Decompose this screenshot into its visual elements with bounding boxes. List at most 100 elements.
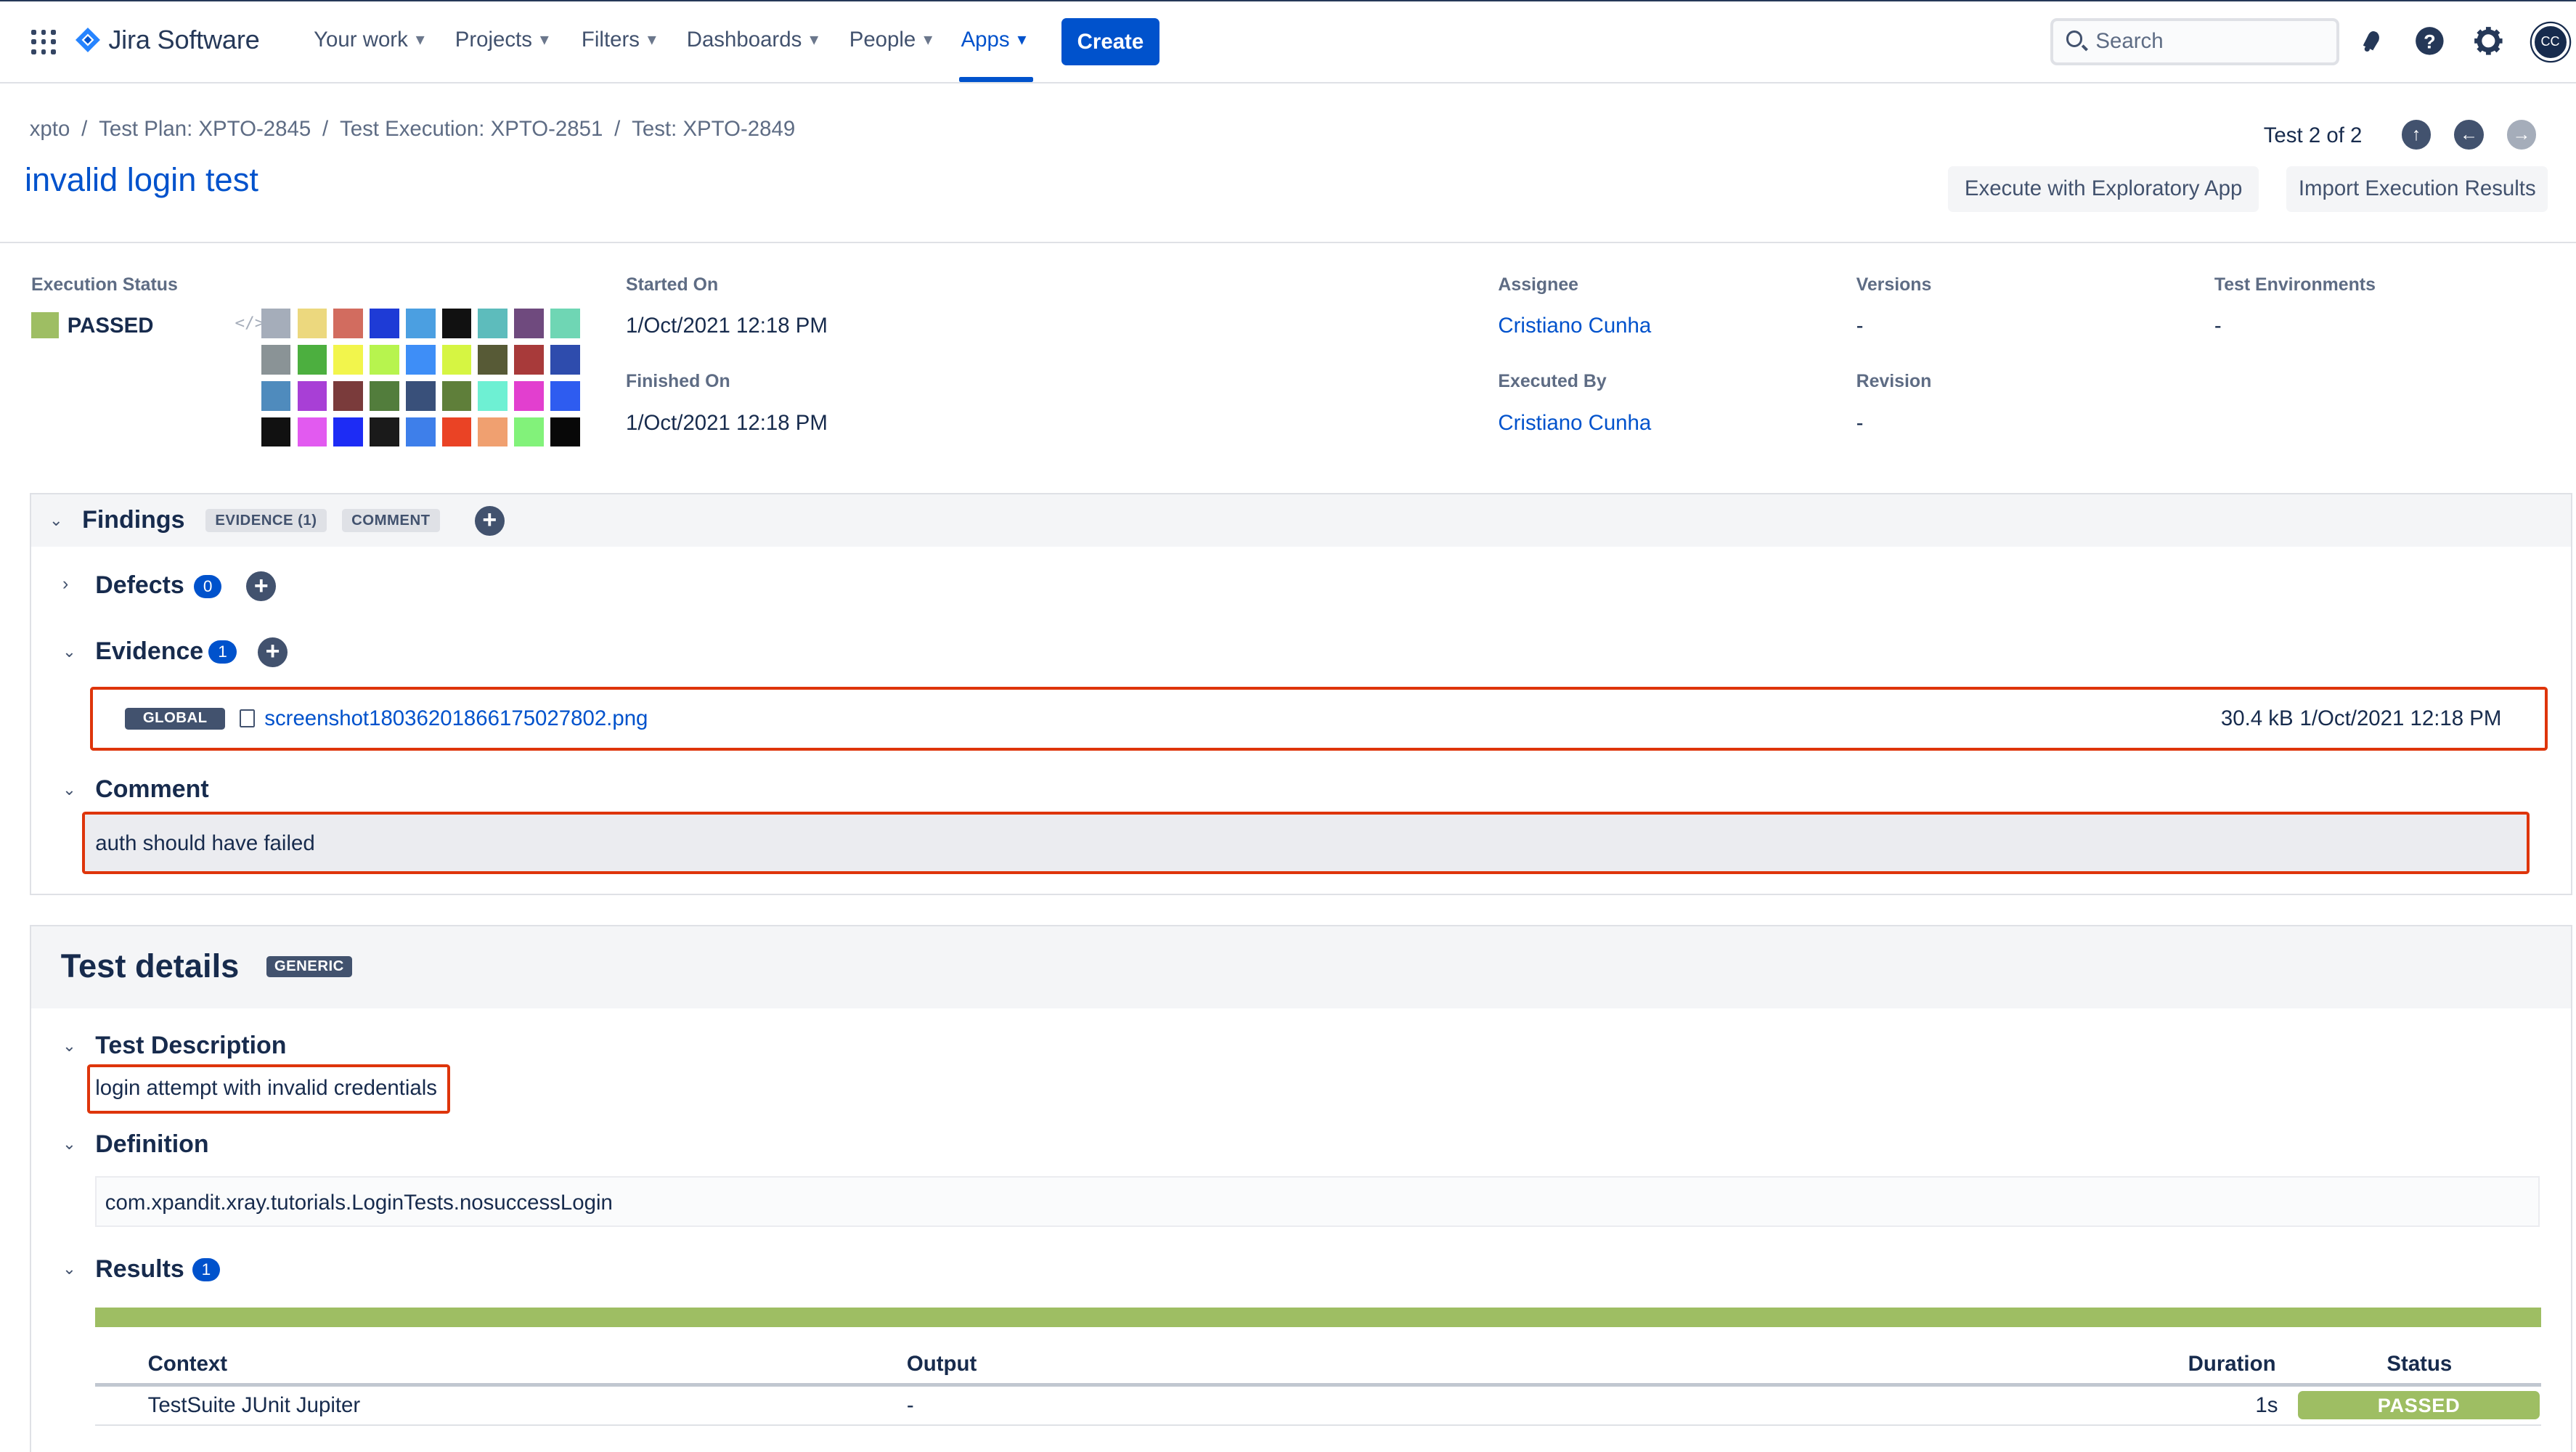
nav-people[interactable]: People ▼	[849, 28, 936, 52]
app-switcher-icon[interactable]	[30, 29, 56, 54]
status-color-swatch-6[interactable]	[478, 309, 508, 339]
executed-by-link[interactable]: Cristiano Cunha	[1498, 411, 1651, 436]
add-evidence-plus-icon[interactable]: +	[258, 637, 288, 667]
test-description-title[interactable]: Test Description	[95, 1032, 286, 1060]
file-icon	[240, 709, 255, 728]
chevron-down-icon[interactable]: ⌄	[62, 1037, 76, 1056]
status-color-swatch-27[interactable]	[261, 417, 291, 447]
status-color-swatch-30[interactable]	[370, 417, 399, 447]
chevron-down-icon[interactable]: ⌄	[62, 1260, 76, 1278]
add-defect-plus-icon[interactable]: +	[246, 571, 277, 602]
nav-filters-label: Filters	[581, 28, 640, 52]
code-icon[interactable]: </>	[235, 314, 265, 333]
user-avatar[interactable]: CC	[2531, 23, 2569, 61]
breadcrumb-test-plan[interactable]: Test Plan: XPTO-2845	[99, 117, 311, 141]
chevron-right-icon[interactable]: ›	[62, 574, 68, 595]
status-color-swatch-10[interactable]	[297, 345, 327, 375]
create-button[interactable]: Create	[1061, 17, 1160, 66]
nav-top-strip	[0, 0, 2576, 2]
result-status-badge: PASSED	[2298, 1391, 2540, 1419]
status-color-swatch-8[interactable]	[550, 309, 580, 339]
status-color-swatch-31[interactable]	[405, 417, 436, 447]
assignee-label: Assignee	[1498, 274, 1578, 295]
add-finding-plus-icon[interactable]: +	[474, 505, 505, 536]
status-color-swatch-22[interactable]	[405, 380, 436, 411]
status-color-swatch-32[interactable]	[441, 417, 472, 447]
findings-title[interactable]: Findings	[82, 506, 184, 534]
status-color-swatch-25[interactable]	[514, 380, 544, 411]
status-color-swatch-29[interactable]	[333, 417, 363, 447]
status-color-swatch-4[interactable]	[405, 309, 436, 339]
status-color-swatch-34[interactable]	[514, 417, 544, 447]
nav-dashboards[interactable]: Dashboards ▼	[687, 28, 822, 52]
status-color-swatch-19[interactable]	[297, 380, 327, 411]
execute-exploratory-button[interactable]: Execute with Exploratory App	[1948, 166, 2259, 212]
status-color-swatch-17[interactable]	[550, 345, 580, 375]
status-color-swatch-21[interactable]	[370, 380, 399, 411]
status-color-swatch-16[interactable]	[514, 345, 544, 375]
help-icon[interactable]: ?	[2411, 23, 2447, 60]
nav-your-work[interactable]: Your work ▼	[314, 28, 428, 52]
results-title[interactable]: Results	[95, 1255, 184, 1284]
evidence-tab-tag[interactable]: EVIDENCE (1)	[205, 509, 327, 533]
status-color-swatch-2[interactable]	[333, 309, 363, 339]
settings-gear-icon[interactable]	[2471, 23, 2507, 60]
status-color-swatch-35[interactable]	[550, 417, 580, 447]
arrow-right-icon[interactable]: →	[2506, 120, 2537, 150]
chevron-down-icon[interactable]: ⌄	[49, 511, 63, 530]
chevron-down-icon[interactable]: ⌄	[62, 643, 76, 661]
notifications-icon[interactable]	[2354, 23, 2390, 60]
defects-title[interactable]: Defects	[95, 571, 184, 600]
breadcrumb: xpto / Test Plan: XPTO-2845 / Test Execution…	[30, 117, 795, 142]
breadcrumb-project[interactable]: xpto	[30, 117, 70, 141]
assignee-link[interactable]: Cristiano Cunha	[1498, 314, 1651, 338]
status-color-swatch-14[interactable]	[441, 345, 472, 375]
breadcrumb-separator: /	[322, 116, 329, 141]
status-color-swatch-13[interactable]	[405, 345, 436, 375]
arrow-left-icon[interactable]: ←	[2454, 120, 2484, 150]
definition-title[interactable]: Definition	[95, 1130, 208, 1159]
product-name[interactable]: Jira Software	[108, 25, 259, 55]
status-color-swatch-1[interactable]	[297, 309, 327, 339]
execution-status-value[interactable]: PASSED	[68, 314, 154, 338]
status-color-swatch-0[interactable]	[261, 309, 291, 339]
search-input[interactable]	[2095, 27, 2326, 56]
chevron-down-icon[interactable]: ⌄	[62, 780, 76, 799]
breadcrumb-test[interactable]: Test: XPTO-2849	[632, 117, 795, 141]
column-header-output: Output	[906, 1352, 977, 1376]
status-color-swatch-5[interactable]	[441, 309, 472, 339]
status-color-swatch-28[interactable]	[297, 417, 327, 447]
chevron-down-icon[interactable]: ⌄	[62, 1135, 76, 1154]
executed-by-label: Executed By	[1498, 371, 1607, 392]
test-type-tag: GENERIC	[266, 955, 353, 978]
status-color-swatch-23[interactable]	[441, 380, 472, 411]
nav-filters[interactable]: Filters ▼	[582, 28, 659, 52]
status-color-swatch-9[interactable]	[261, 345, 291, 375]
header-divider	[0, 241, 2576, 243]
status-color-swatch-7[interactable]	[514, 309, 544, 339]
import-results-button[interactable]: Import Execution Results	[2286, 166, 2548, 212]
status-color-swatch-18[interactable]	[261, 380, 291, 411]
status-color-swatch-26[interactable]	[550, 380, 580, 411]
table-header-divider	[95, 1383, 2542, 1387]
evidence-title[interactable]: Evidence	[95, 637, 203, 666]
breadcrumb-test-execution[interactable]: Test Execution: XPTO-2851	[340, 117, 603, 141]
page-title[interactable]: invalid login test	[25, 161, 258, 199]
finished-on-value: 1/Oct/2021 12:18 PM	[626, 410, 828, 435]
nav-projects[interactable]: Projects ▼	[455, 28, 552, 52]
comment-tab-tag[interactable]: COMMENT	[341, 509, 441, 533]
status-color-swatch-3[interactable]	[370, 309, 399, 339]
search-field[interactable]	[2050, 17, 2339, 66]
jira-logo-icon[interactable]	[76, 28, 100, 53]
arrow-up-icon[interactable]: ↑	[2401, 120, 2432, 150]
status-color-swatch-12[interactable]	[370, 345, 399, 375]
status-color-swatch-24[interactable]	[478, 380, 508, 411]
status-color-swatch-33[interactable]	[478, 417, 508, 447]
chevron-down-icon: ▼	[921, 33, 936, 49]
status-color-swatch-11[interactable]	[333, 345, 363, 375]
evidence-file-link[interactable]: screenshot1803620186617502780​2.png	[264, 706, 648, 731]
status-color-swatch-20[interactable]	[333, 380, 363, 411]
comment-title[interactable]: Comment	[95, 775, 208, 804]
nav-apps[interactable]: Apps ▼	[961, 28, 1030, 52]
status-color-swatch-15[interactable]	[478, 345, 508, 375]
